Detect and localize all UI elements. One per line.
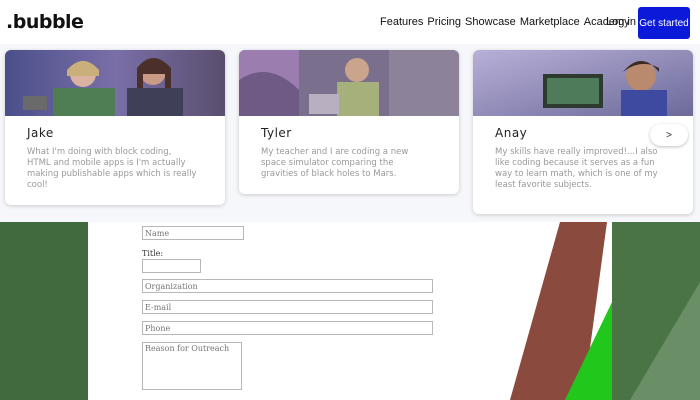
testimonial-name: Tyler [261, 126, 292, 140]
contact-slide: Title: [0, 222, 700, 400]
testimonial-quote: My skills have really improved!...I also… [495, 147, 658, 190]
reason-field[interactable] [142, 342, 242, 390]
testimonial-photo [473, 50, 693, 116]
testimonial-card-jake: Jake What I'm doing with block coding, H… [5, 50, 225, 205]
carousel-next-button[interactable]: > [650, 124, 688, 146]
testimonial-quote: My teacher and I are coding a new space … [261, 147, 409, 179]
nav-features[interactable]: Features [380, 16, 423, 28]
phone-field[interactable] [142, 321, 433, 335]
organization-field[interactable] [142, 279, 433, 293]
name-field[interactable] [142, 226, 244, 240]
email-field[interactable] [142, 300, 433, 314]
testimonial-photo [239, 50, 459, 116]
nav-marketplace[interactable]: Marketplace [520, 16, 580, 28]
site-header: .bubble Features Pricing Showcase Market… [0, 0, 700, 46]
nav-pricing[interactable]: Pricing [427, 16, 461, 28]
title-label: Title: [142, 249, 164, 258]
contact-form: Title: [0, 222, 700, 400]
testimonial-name: Anay [495, 126, 528, 140]
main-nav: Features Pricing Showcase Marketplace Ac… [380, 16, 630, 28]
testimonial-card-tyler: Tyler My teacher and I are coding a new … [239, 50, 459, 194]
login-link[interactable]: Log in [606, 16, 636, 28]
nav-showcase[interactable]: Showcase [465, 16, 516, 28]
title-field[interactable] [142, 259, 201, 273]
page: .bubble Features Pricing Showcase Market… [0, 0, 700, 400]
testimonial-photo [5, 50, 225, 116]
bubble-logo[interactable]: .bubble [6, 11, 84, 33]
testimonial-quote: What I'm doing with block coding, HTML a… [27, 147, 197, 190]
testimonial-name: Jake [27, 126, 54, 140]
get-started-button[interactable]: Get started [638, 7, 690, 39]
